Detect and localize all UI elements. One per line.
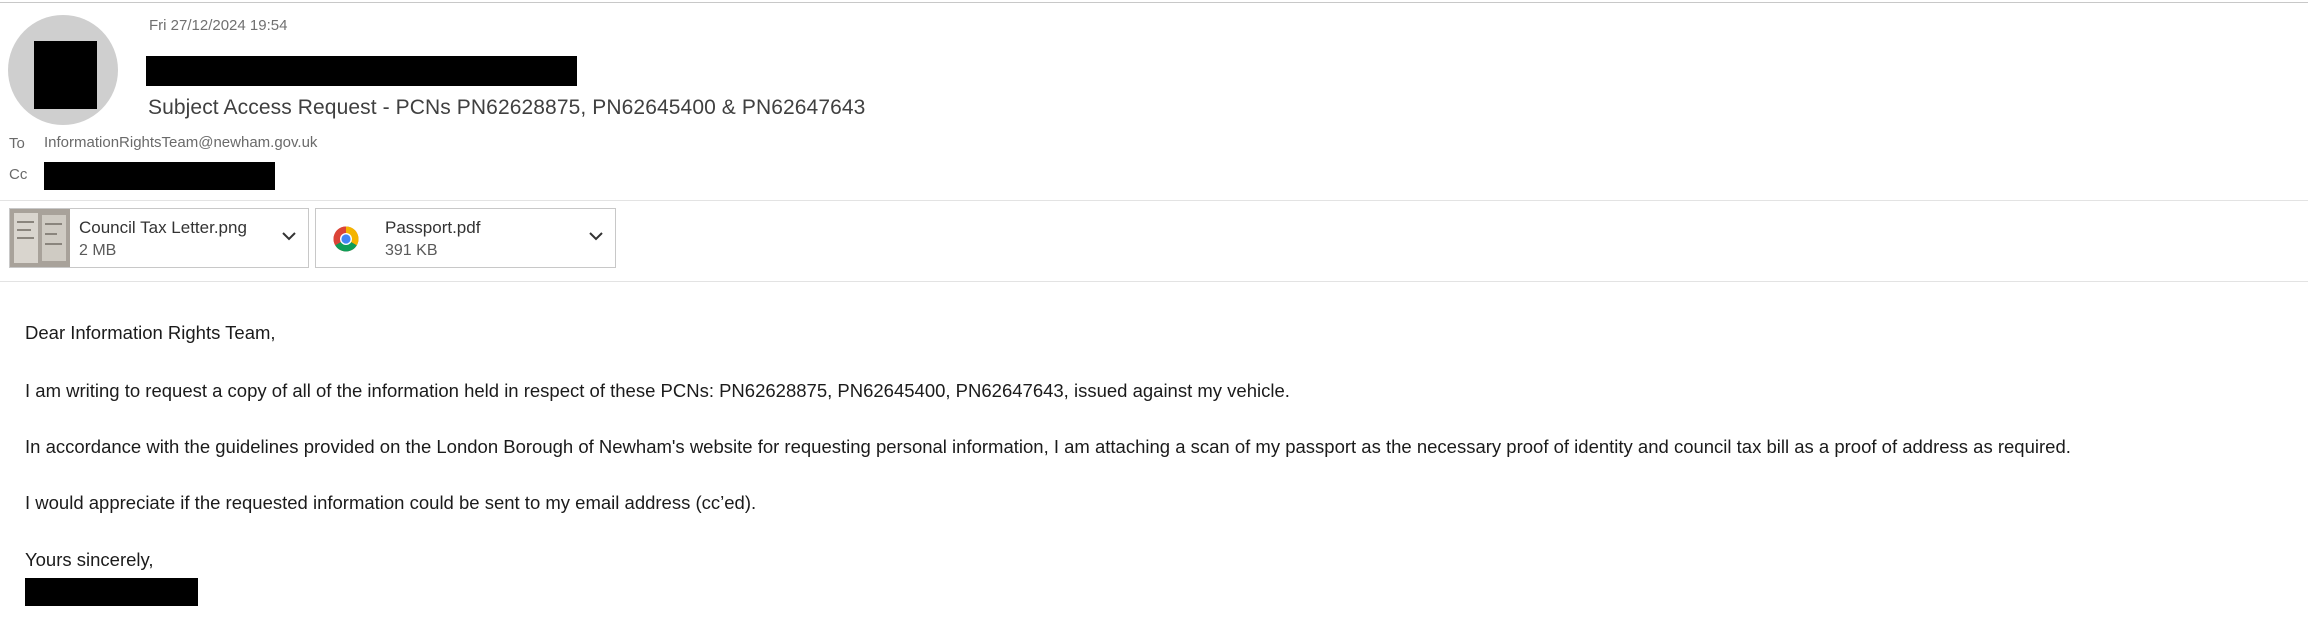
sender-redaction <box>146 56 577 86</box>
attachment-name: Passport.pdf <box>385 218 481 237</box>
to-recipient[interactable]: InformationRightsTeam@newham.gov.uk <box>44 134 317 151</box>
sender-avatar[interactable] <box>8 15 118 125</box>
chevron-down-icon[interactable] <box>280 227 298 245</box>
attachment-council-tax-letter[interactable]: Council Tax Letter.png 2 MB <box>9 208 309 268</box>
to-label: To <box>9 135 25 152</box>
attachment-passport[interactable]: Passport.pdf 391 KB <box>315 208 616 268</box>
cc-label: Cc <box>9 166 28 183</box>
avatar-redaction <box>34 41 97 109</box>
body-paragraph-1: I am writing to request a copy of all of… <box>25 380 1290 401</box>
attachment-name: Council Tax Letter.png <box>79 218 247 237</box>
attachment-size: 391 KB <box>385 242 438 259</box>
cc-recipient-redaction[interactable] <box>44 162 275 190</box>
chevron-down-icon[interactable] <box>587 227 605 245</box>
email-subject: Subject Access Request - PCNs PN62628875… <box>148 96 866 119</box>
body-paragraph-2: In accordance with the guidelines provid… <box>25 436 2071 457</box>
sent-date: Fri 27/12/2024 19:54 <box>149 17 288 34</box>
header-divider <box>0 200 2308 201</box>
image-thumbnail-icon <box>10 209 70 267</box>
top-divider <box>0 2 2308 3</box>
signature-redaction <box>25 578 198 606</box>
attachment-size: 2 MB <box>79 242 117 259</box>
body-greeting: Dear Information Rights Team, <box>25 322 276 343</box>
chrome-icon <box>333 226 359 252</box>
body-closing: Yours sincerely, <box>25 549 154 570</box>
body-paragraph-3: I would appreciate if the requested info… <box>25 492 757 513</box>
attachments-divider <box>0 281 2308 282</box>
